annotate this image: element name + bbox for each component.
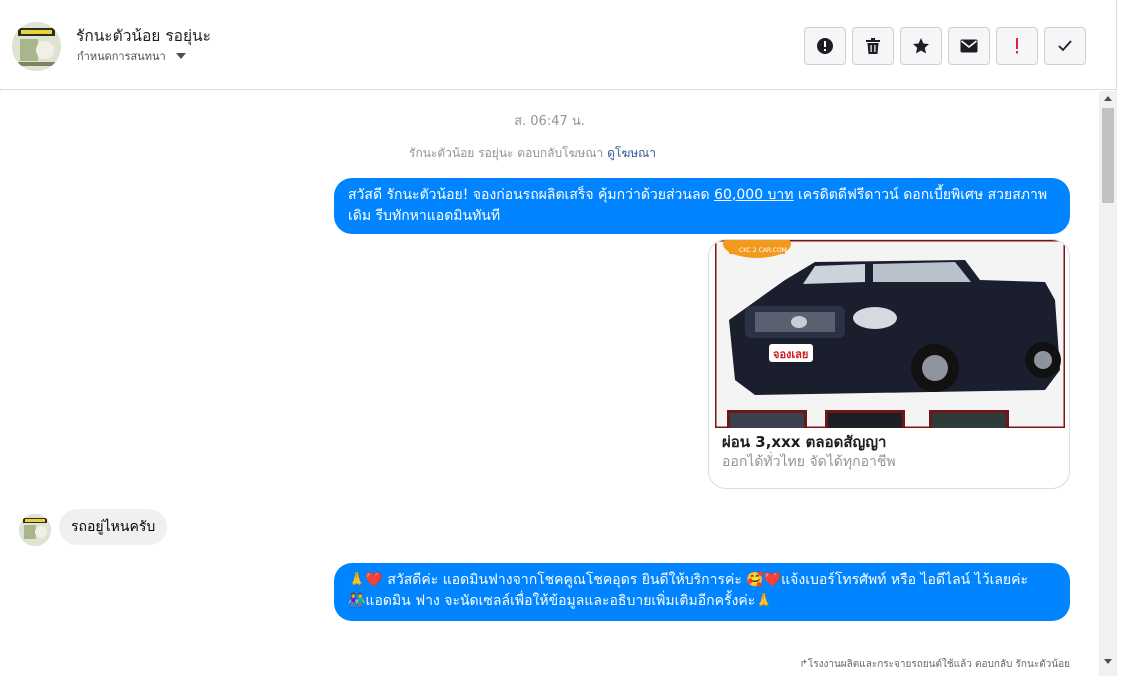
conversation-header: รักนะตัวน้อย รอยุ่นะ กำหนดการสนทนา xyxy=(0,0,1116,90)
ad-image: CKC 2 CAR.COM จองเลย xyxy=(715,240,1065,428)
conversation-pane[interactable]: ส. 06:47 น. รักนะตัวน้อย รอยุ่นะ ตอบกลับ… xyxy=(0,91,1099,676)
outgoing-message: สวัสดี รักนะตัวน้อย! จองก่อนรถผลิตเสร็จ … xyxy=(334,178,1070,234)
assign-label: กำหนดการสนทนา xyxy=(77,50,166,63)
message-text: 👫แอดมิน ฟาง จะนัดเซลล์เพื่อให้ข้อมูลและอ… xyxy=(348,593,773,609)
dealer-logo-text: CKC 2 CAR.COM xyxy=(739,247,787,254)
trash-icon xyxy=(866,38,880,54)
ad-card[interactable]: CKC 2 CAR.COM จองเลย ผ่อน 3,xxx ตลอดสัญญ… xyxy=(708,239,1070,489)
ad-reply-note: รักนะตัวน้อย รอยุ่นะ ตอบกลับโฆษณา ดูโฆษณ… xyxy=(409,144,656,163)
avatar[interactable] xyxy=(12,22,61,71)
exclamation-icon xyxy=(1016,38,1018,54)
incoming-message: รถอยู่ไหนครับ xyxy=(59,509,168,545)
spam-button[interactable] xyxy=(804,27,846,65)
message-timestamp: ส. 06:47 น. xyxy=(514,114,585,129)
message-text: สวัสดี รักนะตัวน้อย! จองก่อนรถผลิตเสร็จ … xyxy=(348,187,715,203)
contact-name: รักนะตัวน้อย รอยุ่นะ xyxy=(76,27,211,45)
contact-avatar[interactable] xyxy=(19,514,51,546)
done-button[interactable] xyxy=(1044,27,1086,65)
star-button[interactable] xyxy=(900,27,942,65)
discount-link[interactable]: 60,000 บาท xyxy=(714,187,793,203)
star-icon xyxy=(913,38,929,54)
view-ad-link[interactable]: ดูโฆษณา xyxy=(607,146,656,160)
assign-conversation-dropdown[interactable]: กำหนดการสนทนา xyxy=(77,47,186,65)
ad-reply-text: รักนะตัวน้อย รอยุ่นะ ตอบกลับโฆษณา xyxy=(409,146,604,160)
mark-unread-button[interactable] xyxy=(948,27,990,65)
message-text: 🙏❤️ สวัสดีค่ะ แอดมินฟางจากโชคคูณโชคอุดร … xyxy=(348,572,1029,588)
action-toolbar xyxy=(804,27,1086,65)
message-text: รถอยู่ไหนครับ xyxy=(71,519,156,535)
follow-up-button[interactable] xyxy=(996,27,1038,65)
outgoing-message: 🙏❤️ สวัสดีค่ะ แอดมินฟางจากโชคคูณโชคอุดร … xyxy=(334,563,1070,621)
alert-circle-icon xyxy=(817,38,833,54)
scrollbar-thumb[interactable] xyxy=(1102,108,1114,203)
envelope-icon xyxy=(960,39,978,53)
conversation-scrollbar[interactable] xyxy=(1099,91,1117,676)
reserve-badge-text: จองเลย xyxy=(773,348,808,361)
caret-down-icon xyxy=(175,53,186,59)
check-icon xyxy=(1058,40,1072,52)
scroll-down-icon[interactable] xyxy=(1104,659,1112,664)
ad-card-subtitle: ออกได้ทั่วไทย จัดได้ทุกอาชีพ xyxy=(722,454,896,470)
scroll-up-icon[interactable] xyxy=(1104,96,1112,101)
page-reply-note: ↱โรงงานผลิตและกระจายรถยนต์ใช้แล้ว ตอบกลั… xyxy=(799,659,1070,670)
delete-button[interactable] xyxy=(852,27,894,65)
